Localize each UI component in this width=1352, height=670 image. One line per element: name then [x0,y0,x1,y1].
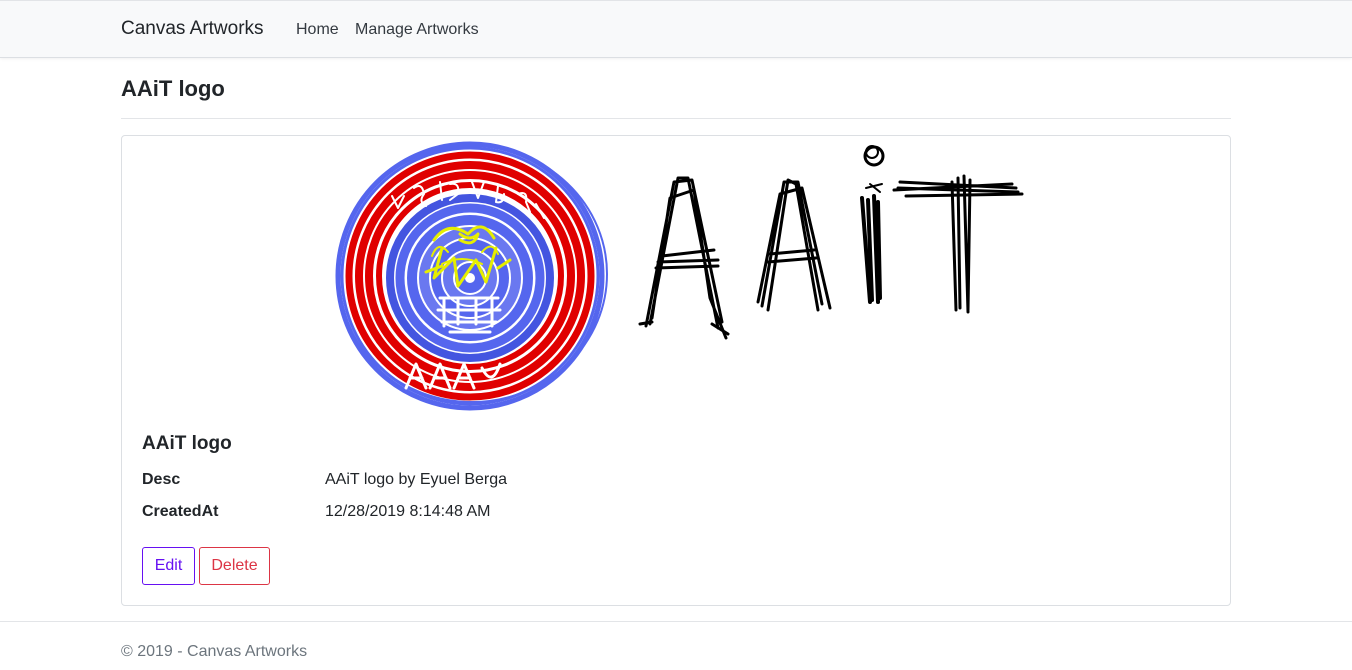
artwork-image [335,141,1024,411]
nav-manage-artworks-link[interactable]: Manage Artworks [355,21,479,39]
top-navbar: Canvas Artworks Home Manage Artworks [0,0,1352,58]
artwork-card: AAiT logo Desc AAiT logo by Eyuel Berga … [121,135,1231,606]
created-at-value: 12/28/2019 8:14:48 AM [325,503,491,520]
footer-text: © 2019 - Canvas Artworks [121,643,308,660]
delete-button[interactable]: Delete [199,547,270,585]
footer-divider [0,621,1352,622]
created-at-label: CreatedAt [142,503,219,520]
nav-home-link[interactable]: Home [296,21,339,39]
aait-lettering-drawing [638,145,1024,340]
card-title: AAiT logo [142,433,232,454]
edit-button[interactable]: Edit [142,547,195,585]
page-title: AAiT logo [121,76,225,101]
title-divider [121,118,1231,119]
desc-value: AAiT logo by Eyuel Berga [325,471,508,488]
aait-emblem-drawing [335,141,608,411]
brand-link[interactable]: Canvas Artworks [121,18,264,40]
desc-label: Desc [142,471,181,488]
